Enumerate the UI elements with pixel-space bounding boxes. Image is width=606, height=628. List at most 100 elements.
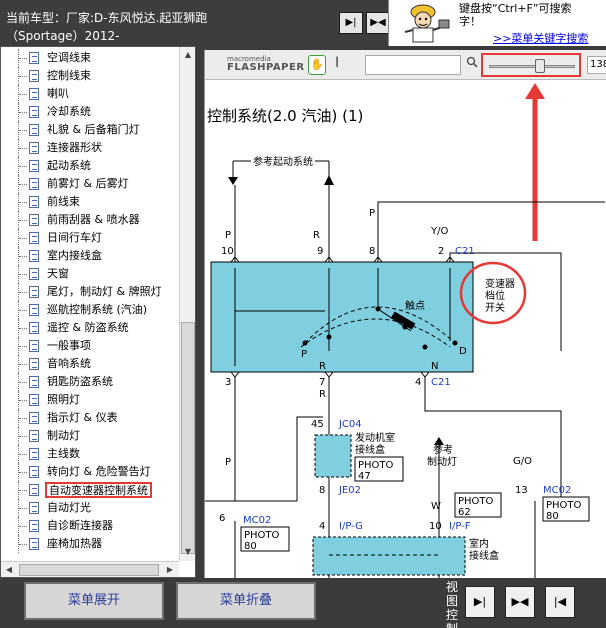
tree-item[interactable]: 自诊断连接器	[1, 517, 179, 535]
wire-label-r: R	[313, 230, 320, 241]
find-input[interactable]	[365, 55, 461, 75]
svg-text:变速器: 变速器	[485, 277, 515, 290]
tree-item[interactable]: 巡航控制系统 (汽油)	[1, 301, 179, 319]
tree-item[interactable]: 音响系统	[1, 355, 179, 373]
tree-item[interactable]: 自动变速器控制系统	[1, 481, 179, 499]
tree-item-label: 喇叭	[47, 87, 69, 100]
horizontal-scrollbar[interactable]: ◀ ▶	[1, 561, 179, 577]
tree-item[interactable]: 天窗	[1, 265, 179, 283]
tree-item[interactable]: 喇叭	[1, 85, 179, 103]
document-viewer: macromedia FLASHPAPER ✋ I 138	[204, 50, 606, 578]
zoom-slider-track[interactable]	[489, 65, 575, 68]
tree-connector-line	[19, 292, 27, 293]
photo-label: PHOTO	[546, 500, 582, 511]
view-fit-button[interactable]: ▶◀	[505, 586, 535, 618]
tree-item[interactable]: 转向灯 & 危险警告灯	[1, 463, 179, 481]
ref-start-system-label: 参考起动系统	[253, 155, 313, 168]
connector-label: JC04	[338, 419, 362, 430]
tree-item[interactable]: 冷却系统	[1, 103, 179, 121]
tree-item[interactable]: 前雾灯 & 后雾灯	[1, 175, 179, 193]
tree-item-label: 室内接线盒	[47, 249, 102, 262]
logo-flashpaper-text: FLASHPAPER	[227, 62, 305, 73]
switch-position-p: P	[301, 349, 307, 360]
expand-view-button[interactable]: ▶◀	[366, 12, 390, 34]
view-prev-button[interactable]: |◀	[545, 586, 575, 618]
tree-item[interactable]: 起动系统	[1, 157, 179, 175]
document-icon	[29, 88, 39, 100]
next-page-button[interactable]: ▶|	[339, 12, 363, 34]
document-icon	[29, 502, 39, 514]
zoom-level-input[interactable]: 138	[587, 56, 606, 74]
tree-connector-line	[19, 490, 27, 491]
worker-cartoon-icon	[404, 4, 450, 43]
document-icon	[29, 358, 39, 370]
tree-item-label: 自诊断连接器	[47, 519, 113, 532]
search-icon[interactable]	[466, 56, 478, 68]
vertical-scrollbar[interactable]: ▲ ▼	[179, 47, 195, 561]
tree-connector-line	[19, 112, 27, 113]
vertical-scroll-thumb[interactable]	[181, 322, 195, 554]
search-tip-banner: 键盘按“Ctrl+F”可搜索 字！ >>菜单关键字搜索	[388, 0, 606, 46]
tree-item[interactable]: 空调线束	[1, 49, 179, 67]
tree-item-label: 日间行车灯	[47, 231, 102, 244]
wire-label-p: P	[225, 230, 231, 241]
tree-connector-line	[19, 202, 27, 203]
tree-item[interactable]: 自动灯光	[1, 499, 179, 517]
text-select-tool-icon[interactable]: I	[335, 55, 339, 71]
tree-item[interactable]: 主线数	[1, 445, 179, 463]
tree-connector-line	[19, 184, 27, 185]
tree-item[interactable]: 座椅加热器	[1, 535, 179, 553]
document-icon	[29, 484, 39, 496]
menu-collapse-button[interactable]: 菜单折叠	[176, 582, 316, 620]
keyword-search-link[interactable]: >>菜单关键字搜索	[493, 30, 588, 46]
view-next-button[interactable]: ▶|	[465, 586, 495, 618]
tree-connector-line	[19, 166, 27, 167]
tree-connector-line	[19, 508, 27, 509]
menu-expand-button[interactable]: 菜单展开	[24, 582, 164, 620]
pin-number: 2	[438, 246, 444, 257]
tree-item[interactable]: 钥匙防盗系统	[1, 373, 179, 391]
tree-item[interactable]: 室内接线盒	[1, 247, 179, 265]
tree-item[interactable]: 日间行车灯	[1, 229, 179, 247]
tree-item-label: 控制线束	[47, 69, 91, 82]
pin-number: 10	[429, 521, 442, 532]
tree-item[interactable]: 礼貌 & 后备箱门灯	[1, 121, 179, 139]
tree-item-label: 主线数	[47, 447, 80, 460]
scroll-left-icon[interactable]: ◀	[1, 562, 17, 577]
connector-label: JE02	[338, 485, 361, 496]
document-icon	[29, 268, 39, 280]
shift-switch-box	[210, 261, 474, 373]
tree-item-label: 制动灯	[47, 429, 80, 442]
contact-label: 触点	[405, 299, 425, 312]
zoom-slider-thumb[interactable]	[534, 59, 545, 73]
scroll-down-icon[interactable]: ▼	[180, 544, 195, 560]
tree-item[interactable]: 前线束	[1, 193, 179, 211]
connector-label: C21	[431, 377, 451, 388]
pin-number: 3	[225, 377, 231, 388]
tree-item[interactable]: 控制线束	[1, 67, 179, 85]
tree-item[interactable]: 照明灯	[1, 391, 179, 409]
pin-number: 4	[319, 521, 325, 532]
scroll-up-icon[interactable]: ▲	[180, 47, 195, 63]
pin-number: 4	[415, 377, 421, 388]
tree-item[interactable]: 遥控 & 防盗系统	[1, 319, 179, 337]
tree-item[interactable]: 连接器形状	[1, 139, 179, 157]
tree-item[interactable]: 尾灯，制动灯 & 牌照灯	[1, 283, 179, 301]
tree-connector-line	[19, 364, 27, 365]
red-arrow-annotation	[525, 83, 545, 241]
scroll-right-icon[interactable]: ▶	[162, 562, 178, 577]
document-icon	[29, 376, 39, 388]
tree-item[interactable]: 指示灯 & 仪表	[1, 409, 179, 427]
document-icon	[29, 142, 39, 154]
tree-item[interactable]: 前雨刮器 & 喷水器	[1, 211, 179, 229]
tree-connector-line	[19, 76, 27, 77]
hand-tool-icon[interactable]: ✋	[308, 55, 326, 75]
horizontal-scroll-thumb[interactable]	[19, 564, 159, 576]
document-icon	[29, 520, 39, 532]
diagram-title: 控制系统(2.0 汽油) (1)	[207, 107, 363, 125]
app-window: 当前车型：厂家:D-东风悦达.起亚狮跑 （Sportage）2012- ▶| ▶…	[0, 0, 606, 628]
tree-item-label: 遥控 & 防盗系统	[47, 321, 129, 334]
tree-item[interactable]: 一般事项	[1, 337, 179, 355]
tree-item-label: 前线束	[47, 195, 80, 208]
tree-item[interactable]: 制动灯	[1, 427, 179, 445]
